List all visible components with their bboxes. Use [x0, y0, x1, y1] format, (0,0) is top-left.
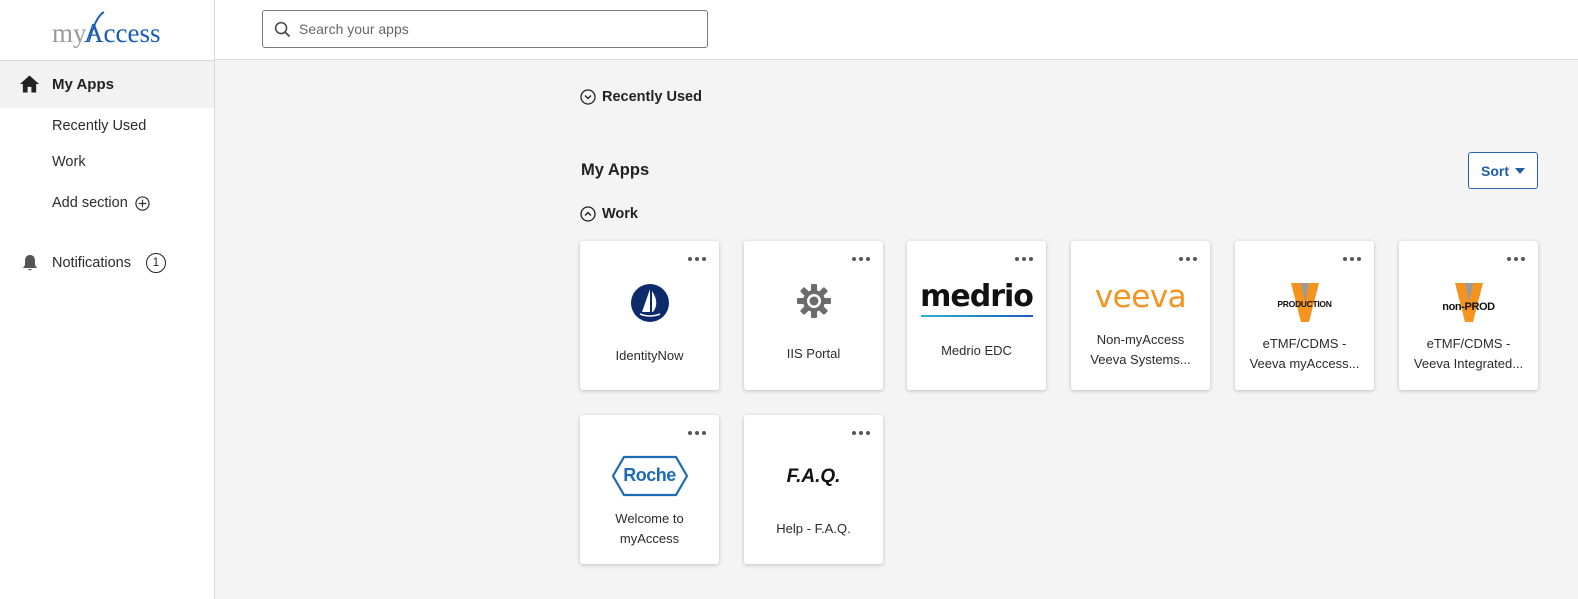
my-apps-heading: My Apps	[581, 161, 650, 179]
more-options-icon[interactable]	[685, 254, 709, 264]
roche-logo-text: Roche	[623, 465, 676, 485]
app-name: Non-myAccess Veeva Systems...	[1075, 330, 1206, 370]
gear-icon	[796, 284, 831, 318]
app-tile-non-myaccess-veeva[interactable]: veeva Non-myAccess Veeva Systems...	[1071, 241, 1210, 390]
more-options-icon[interactable]	[1340, 254, 1364, 264]
faq-logo-text: F.A.Q.	[786, 466, 841, 487]
work-section-toggle[interactable]: Work	[580, 206, 638, 222]
app-name-line2: Veeva myAccess...	[1249, 356, 1360, 371]
app-tile-etmf-cdms-non-prod[interactable]: non-PROD eTMF/CDMS - Veeva Integrated...	[1399, 241, 1538, 390]
app-name-line2: myAccess	[619, 531, 680, 546]
logo-prefix-text: my	[52, 18, 87, 48]
app-tile-medrio-edc[interactable]: medrio Medrio EDC	[907, 241, 1046, 390]
app-name-line1: Medrio EDC	[941, 343, 1012, 358]
faq-logo: F.A.Q.	[744, 459, 883, 495]
caret-down-icon	[1515, 167, 1525, 174]
search-input[interactable]	[299, 17, 699, 41]
sidebar-item-recently-used[interactable]: Recently Used	[52, 118, 146, 134]
top-header	[215, 0, 1578, 60]
app-name: Medrio EDC	[911, 341, 1042, 361]
sidebar-item-my-apps[interactable]: My Apps	[0, 61, 214, 108]
sidebar-item-notifications[interactable]: Notifications 1	[0, 246, 214, 280]
search-box[interactable]	[262, 10, 708, 48]
app-name: eTMF/CDMS - Veeva myAccess...	[1239, 334, 1370, 374]
app-name: Help - F.A.Q.	[748, 519, 879, 539]
app-tile-identitynow[interactable]: IdentityNow	[580, 241, 719, 390]
add-section-button[interactable]: Add section	[52, 195, 150, 211]
app-tile-help-faq[interactable]: F.A.Q. Help - F.A.Q.	[744, 415, 883, 564]
app-name-line1: IdentityNow	[615, 348, 684, 363]
medrio-logo: medrio	[907, 279, 1046, 319]
sidebar-item-work[interactable]: Work	[52, 154, 86, 170]
veeva-non-prod-logo: non-PROD	[1399, 281, 1538, 325]
app-name-line1: Help - F.A.Q.	[776, 521, 851, 536]
app-name-line1: Welcome to	[615, 511, 684, 526]
chevron-down-circle-icon	[580, 89, 596, 105]
recently-used-section-label: Recently Used	[602, 89, 702, 105]
search-icon	[274, 21, 291, 38]
non-prod-label: non-PROD	[1442, 301, 1495, 313]
medrio-logo-text: medrio	[920, 279, 1034, 314]
sidebar-item-label: My Apps	[52, 76, 114, 93]
app-tile-iis-portal[interactable]: IIS Portal	[744, 241, 883, 390]
myaccess-logo[interactable]: my Access	[52, 10, 162, 50]
roche-logo: Roche	[580, 455, 719, 497]
app-name-line2: Veeva Integrated...	[1413, 356, 1524, 371]
notifications-label: Notifications	[52, 255, 131, 271]
app-name-line1: Non-myAccess	[1096, 332, 1185, 347]
sidebar: my Access My Apps Recently Used Work Add…	[0, 0, 215, 599]
more-options-icon[interactable]	[849, 428, 873, 438]
sort-button-label: Sort	[1481, 162, 1509, 179]
app-name: IdentityNow	[584, 346, 715, 366]
work-section-label: Work	[602, 206, 638, 222]
app-name: eTMF/CDMS - Veeva Integrated...	[1403, 334, 1534, 374]
more-options-icon[interactable]	[1504, 254, 1528, 264]
production-label: PRODUCTION	[1277, 299, 1332, 309]
app-tile-welcome-to-myaccess[interactable]: Roche Welcome to myAccess	[580, 415, 719, 564]
more-options-icon[interactable]	[1176, 254, 1200, 264]
notifications-count-badge: 1	[146, 253, 166, 273]
sailboat-icon	[630, 284, 669, 322]
app-name-line2: Veeva Systems...	[1090, 352, 1191, 367]
veeva-production-logo: PRODUCTION	[1235, 281, 1374, 325]
home-icon	[20, 75, 39, 93]
more-options-icon[interactable]	[1012, 254, 1036, 264]
app-name-line1: eTMF/CDMS -	[1262, 336, 1347, 351]
more-options-icon[interactable]	[849, 254, 873, 264]
app-name-line1: eTMF/CDMS -	[1426, 336, 1511, 351]
app-name: Welcome to myAccess	[584, 509, 715, 549]
add-section-label: Add section	[52, 195, 128, 211]
medrio-logo-underline	[920, 315, 1033, 317]
app-logo	[580, 281, 719, 325]
recently-used-section-toggle[interactable]: Recently Used	[580, 89, 702, 105]
app-name: IIS Portal	[748, 344, 879, 364]
more-options-icon[interactable]	[685, 428, 709, 438]
app-logo	[744, 281, 883, 321]
chevron-up-circle-icon	[580, 206, 596, 222]
veeva-logo-text: veeva	[1094, 279, 1187, 315]
app-name-line1: IIS Portal	[786, 346, 841, 361]
sort-button[interactable]: Sort	[1468, 152, 1538, 189]
app-tile-etmf-cdms-production[interactable]: PRODUCTION eTMF/CDMS - Veeva myAccess...	[1235, 241, 1374, 390]
veeva-logo: veeva	[1071, 277, 1210, 317]
plus-circle-icon	[135, 195, 150, 211]
bell-icon	[23, 255, 37, 271]
